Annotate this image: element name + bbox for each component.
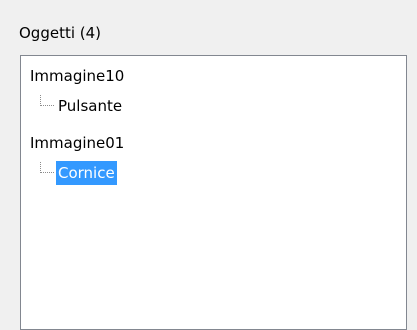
tree-node-label: Immagine10 <box>30 67 125 85</box>
tree-node-cornice[interactable]: Cornice <box>56 161 117 185</box>
tree-connector <box>40 162 54 173</box>
objects-tree[interactable]: Immagine10 Pulsante Immagine01 Cornice <box>20 55 407 330</box>
tree-node-label: Immagine01 <box>30 134 125 152</box>
tree-node-label: Pulsante <box>58 97 123 115</box>
tree-node-pulsante[interactable]: Pulsante <box>56 94 124 118</box>
tree-connector <box>40 95 54 106</box>
tree-node-immagine10[interactable]: Immagine10 <box>28 64 126 88</box>
tree-node-label: Cornice <box>56 161 117 185</box>
tree-node-immagine01[interactable]: Immagine01 <box>28 131 126 155</box>
objects-group-label: Oggetti (4) <box>19 24 102 42</box>
